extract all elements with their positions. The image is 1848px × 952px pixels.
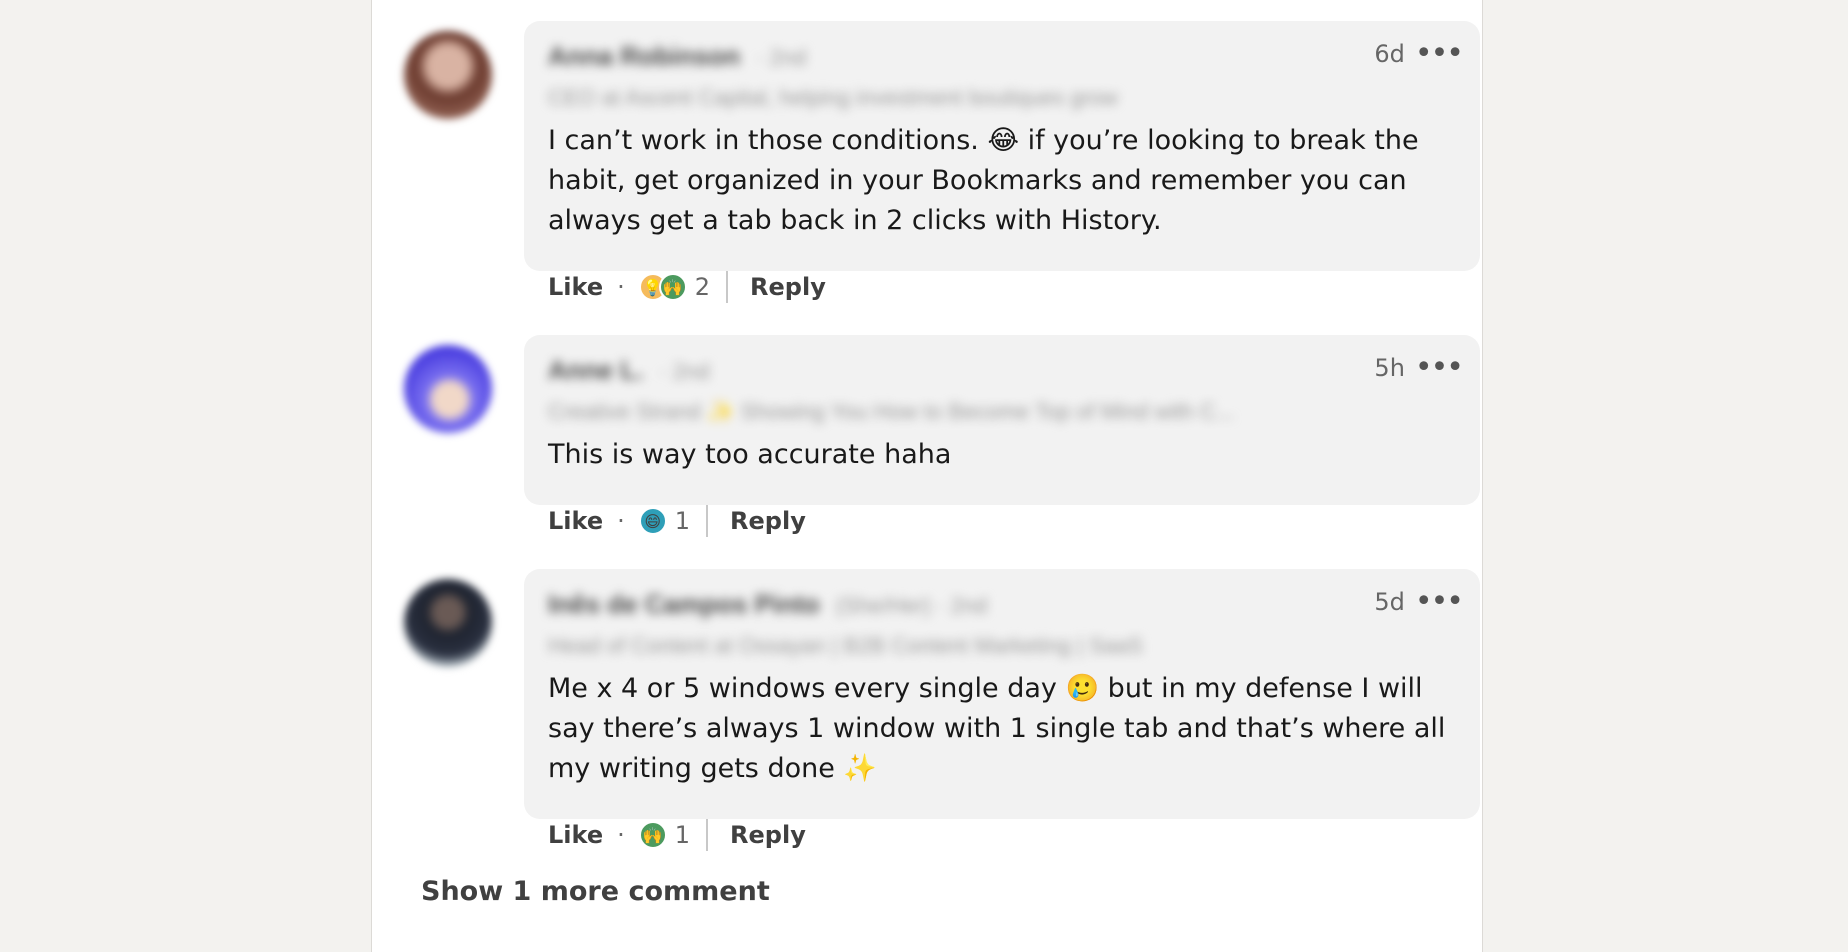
comment-text: This is way too accurate haha <box>548 439 952 470</box>
reaction-count[interactable]: 1 <box>675 821 690 849</box>
like-button[interactable]: Like <box>548 821 603 849</box>
divider <box>726 271 729 303</box>
comment-bubble: Anna Robinson · 2nd CEO at Ascent Capital… <box>524 21 1480 271</box>
support-icon[interactable]: 🙌 <box>658 273 687 301</box>
author-headline: Creative Strand ✨ Showing You How to Bec… <box>548 399 1235 424</box>
connection-degree: · 2nd <box>659 359 710 384</box>
timestamp: 5h <box>1374 354 1405 382</box>
author-link[interactable]: Inês de Campos Pinto <box>548 589 820 619</box>
author-name[interactable]: Anne L. · 2nd <box>548 355 710 386</box>
connection-degree: (She/Her) · 2nd <box>835 593 988 618</box>
support-icon[interactable]: 🙌 <box>638 821 667 849</box>
comment-text: I can’t work in those conditions. 😂 if y… <box>548 125 1419 236</box>
divider <box>706 505 709 537</box>
timestamp: 5d <box>1374 588 1405 616</box>
separator-dot: · <box>617 273 625 301</box>
timestamp: 6d <box>1374 40 1405 68</box>
comment-meta: 6d ••• <box>1374 39 1464 69</box>
show-more-comments-button[interactable]: Show 1 more comment <box>421 876 770 907</box>
comment-meta: 5h ••• <box>1374 353 1464 383</box>
comment-meta: 5d ••• <box>1374 587 1464 617</box>
comment-actions: Like · 🙌 1 Reply <box>548 819 806 851</box>
author-link[interactable]: Anne L. <box>548 355 643 385</box>
avatar[interactable] <box>404 579 492 667</box>
comments-card: Anna Robinson · 2nd CEO at Ascent Capital… <box>371 0 1483 952</box>
more-options-icon[interactable]: ••• <box>1415 353 1464 383</box>
separator-dot: · <box>617 507 625 535</box>
reply-button[interactable]: Reply <box>730 507 806 535</box>
author-name[interactable]: Anna Robinson · 2nd <box>548 41 806 72</box>
comment-actions: Like · 😄 1 Reply <box>548 505 806 537</box>
divider <box>706 819 709 851</box>
comment-actions: Like · 💡 🙌 2 Reply <box>548 271 826 303</box>
avatar[interactable] <box>404 345 492 433</box>
more-options-icon[interactable]: ••• <box>1415 587 1464 617</box>
connection-degree: · 2nd <box>756 45 807 70</box>
reaction-count[interactable]: 1 <box>675 507 690 535</box>
funny-icon[interactable]: 😄 <box>638 507 667 535</box>
like-button[interactable]: Like <box>548 507 603 535</box>
reaction-count[interactable]: 2 <box>695 273 710 301</box>
author-headline: CEO at Ascent Capital, helping investmen… <box>548 85 1118 110</box>
avatar[interactable] <box>404 31 492 119</box>
separator-dot: · <box>617 821 625 849</box>
comment-text: Me x 4 or 5 windows every single day 🥲 b… <box>548 673 1446 784</box>
reply-button[interactable]: Reply <box>750 273 826 301</box>
comment-bubble: Anne L. · 2nd Creative Strand ✨ Showing Y… <box>524 335 1480 505</box>
comment-bubble: Inês de Campos Pinto (She/Her) · 2nd Head… <box>524 569 1480 819</box>
more-options-icon[interactable]: ••• <box>1415 39 1464 69</box>
author-link[interactable]: Anna Robinson <box>548 41 740 71</box>
reply-button[interactable]: Reply <box>730 821 806 849</box>
author-headline: Head of Content at Ossayan | B2B Content… <box>548 633 1143 658</box>
like-button[interactable]: Like <box>548 273 603 301</box>
author-name[interactable]: Inês de Campos Pinto (She/Her) · 2nd <box>548 589 987 620</box>
